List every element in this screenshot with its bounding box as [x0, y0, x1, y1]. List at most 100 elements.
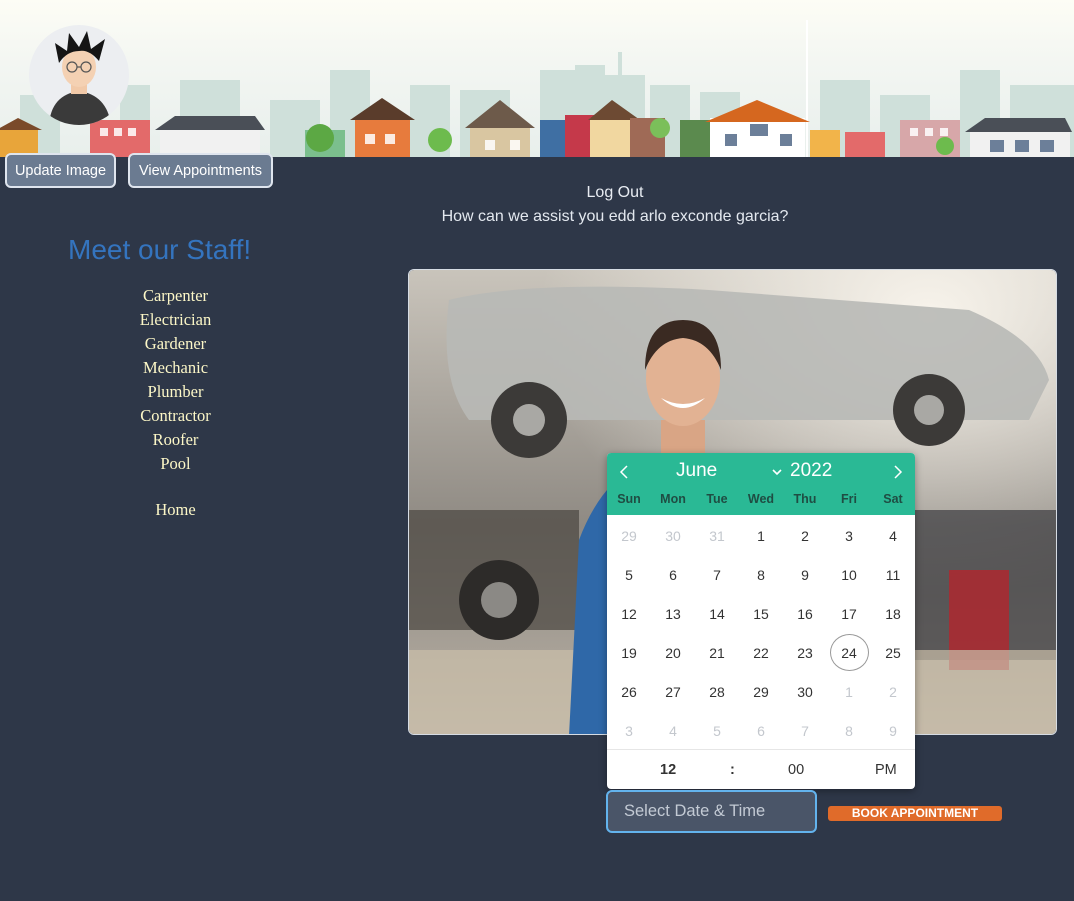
logout-link[interactable]: Log Out [0, 184, 1074, 202]
staff-link-pool[interactable]: Pool [100, 452, 251, 476]
calendar-day[interactable]: 13 [651, 594, 695, 633]
staff-link-roofer[interactable]: Roofer [100, 428, 251, 452]
calendar-day[interactable]: 9 [783, 555, 827, 594]
calendar-day[interactable]: 14 [695, 594, 739, 633]
staff-link-electrician[interactable]: Electrician [100, 308, 251, 332]
calendar-day[interactable]: 6 [651, 555, 695, 594]
calendar-day-label: 6 [669, 566, 677, 583]
calendar-day-label: 17 [841, 605, 857, 622]
chevron-down-icon[interactable] [771, 467, 783, 477]
update-image-button[interactable]: Update Image [5, 153, 116, 188]
calendar-day[interactable]: 20 [651, 633, 695, 672]
calendar-day[interactable]: 22 [739, 633, 783, 672]
calendar-day-label: 25 [885, 644, 901, 661]
calendar-day[interactable]: 8 [827, 711, 871, 750]
calendar-day[interactable]: 21 [695, 633, 739, 672]
calendar-day-today[interactable]: 24 [827, 633, 871, 672]
calendar-day[interactable]: 7 [695, 555, 739, 594]
calendar-day[interactable]: 27 [651, 672, 695, 711]
calendar-day-label: 9 [801, 566, 809, 583]
calendar-day-label: 21 [709, 644, 725, 661]
calendar-day[interactable]: 3 [607, 711, 651, 750]
calendar-day[interactable]: 18 [871, 594, 915, 633]
calendar-day-label: 19 [621, 644, 637, 661]
calendar-day[interactable]: 26 [607, 672, 651, 711]
staff-link-mechanic[interactable]: Mechanic [100, 356, 251, 380]
calendar-week-row: 3 4 5 6 7 8 9 [607, 711, 915, 750]
calendar-day-label: 2 [889, 683, 897, 700]
home-link[interactable]: Home [100, 500, 251, 520]
calendar-day-label: 14 [709, 605, 725, 622]
calendar-day[interactable]: 3 [827, 516, 871, 555]
calendar-day[interactable]: 25 [871, 633, 915, 672]
minute-input[interactable]: 00 [788, 762, 804, 778]
calendar-day-label: 5 [625, 566, 633, 583]
calendar-day-label: 27 [665, 683, 681, 700]
staff-link-contractor[interactable]: Contractor [100, 404, 251, 428]
calendar-day-label: 1 [757, 527, 765, 544]
calendar-day-label: 4 [669, 722, 677, 739]
calendar-day-label: 18 [885, 605, 901, 622]
calendar-day[interactable]: 4 [871, 516, 915, 555]
calendar-day-label: 31 [709, 527, 725, 544]
city-illustration [0, 20, 1074, 157]
calendar-day-label: 13 [665, 605, 681, 622]
calendar-day[interactable]: 5 [607, 555, 651, 594]
calendar-day[interactable]: 11 [871, 555, 915, 594]
calendar-day-label: 3 [625, 722, 633, 739]
calendar-day[interactable]: 6 [739, 711, 783, 750]
calendar-day[interactable]: 9 [871, 711, 915, 750]
weekday-label: Tue [706, 492, 728, 506]
calendar-day[interactable]: 2 [871, 672, 915, 711]
month-select[interactable]: June [676, 460, 717, 482]
calendar-day[interactable]: 2 [783, 516, 827, 555]
calendar-day-label: 9 [889, 722, 897, 739]
calendar-day[interactable]: 30 [783, 672, 827, 711]
calendar-day[interactable]: 28 [695, 672, 739, 711]
header-banner [0, 0, 1074, 157]
calendar-day[interactable]: 12 [607, 594, 651, 633]
year-input[interactable]: 2022 [790, 460, 832, 482]
calendar-week-row: 12 13 14 15 16 17 18 [607, 594, 915, 633]
date-time-input[interactable] [606, 790, 817, 833]
calendar-day[interactable]: 10 [827, 555, 871, 594]
staff-link-plumber[interactable]: Plumber [100, 380, 251, 404]
chevron-right-icon[interactable] [887, 461, 909, 483]
calendar-day[interactable]: 5 [695, 711, 739, 750]
calendar-day-label: 10 [841, 566, 857, 583]
calendar-day-label: 3 [845, 527, 853, 544]
calendar-day[interactable]: 31 [695, 516, 739, 555]
hour-input[interactable]: 12 [660, 762, 676, 778]
calendar-day-label: 15 [753, 605, 769, 622]
calendar-day[interactable]: 30 [651, 516, 695, 555]
calendar-day[interactable]: 29 [607, 516, 651, 555]
calendar-day-label: 1 [845, 683, 853, 700]
calendar-day[interactable]: 23 [783, 633, 827, 672]
weekday-label: Fri [841, 492, 857, 506]
assist-greeting: How can we assist you edd arlo exconde g… [441, 208, 789, 225]
staff-link-carpenter[interactable]: Carpenter [100, 284, 251, 308]
calendar-day-label: 11 [885, 566, 901, 583]
calendar-day[interactable]: 15 [739, 594, 783, 633]
chevron-left-icon[interactable] [613, 461, 635, 483]
date-picker: June 2022 Sun Mon Tue Wed Thu Fri Sat 29… [607, 453, 915, 789]
calendar-day[interactable]: 19 [607, 633, 651, 672]
calendar-day[interactable]: 4 [651, 711, 695, 750]
calendar-day-label: 29 [621, 527, 637, 544]
calendar-day[interactable]: 8 [739, 555, 783, 594]
staff-link-gardener[interactable]: Gardener [100, 332, 251, 356]
view-appointments-button[interactable]: View Appointments [128, 153, 273, 188]
calendar-day-label: 5 [713, 722, 721, 739]
book-appointment-button[interactable]: BOOK APPOINTMENT [828, 806, 1002, 821]
ampm-toggle[interactable]: PM [875, 762, 897, 778]
calendar-day[interactable]: 29 [739, 672, 783, 711]
calendar-day[interactable]: 16 [783, 594, 827, 633]
time-picker: 12 : 00 PM [607, 749, 915, 789]
calendar-day[interactable]: 1 [739, 516, 783, 555]
day-grid: 29 30 31 1 2 3 4 5 6 7 8 9 10 11 12 13 14 15 16 17 18 19 20 21 2… [607, 516, 915, 750]
calendar-day[interactable]: 17 [827, 594, 871, 633]
calendar-day-label: 30 [665, 527, 681, 544]
calendar-day[interactable]: 1 [827, 672, 871, 711]
calendar-day[interactable]: 7 [783, 711, 827, 750]
avatar-illustration [49, 31, 111, 125]
